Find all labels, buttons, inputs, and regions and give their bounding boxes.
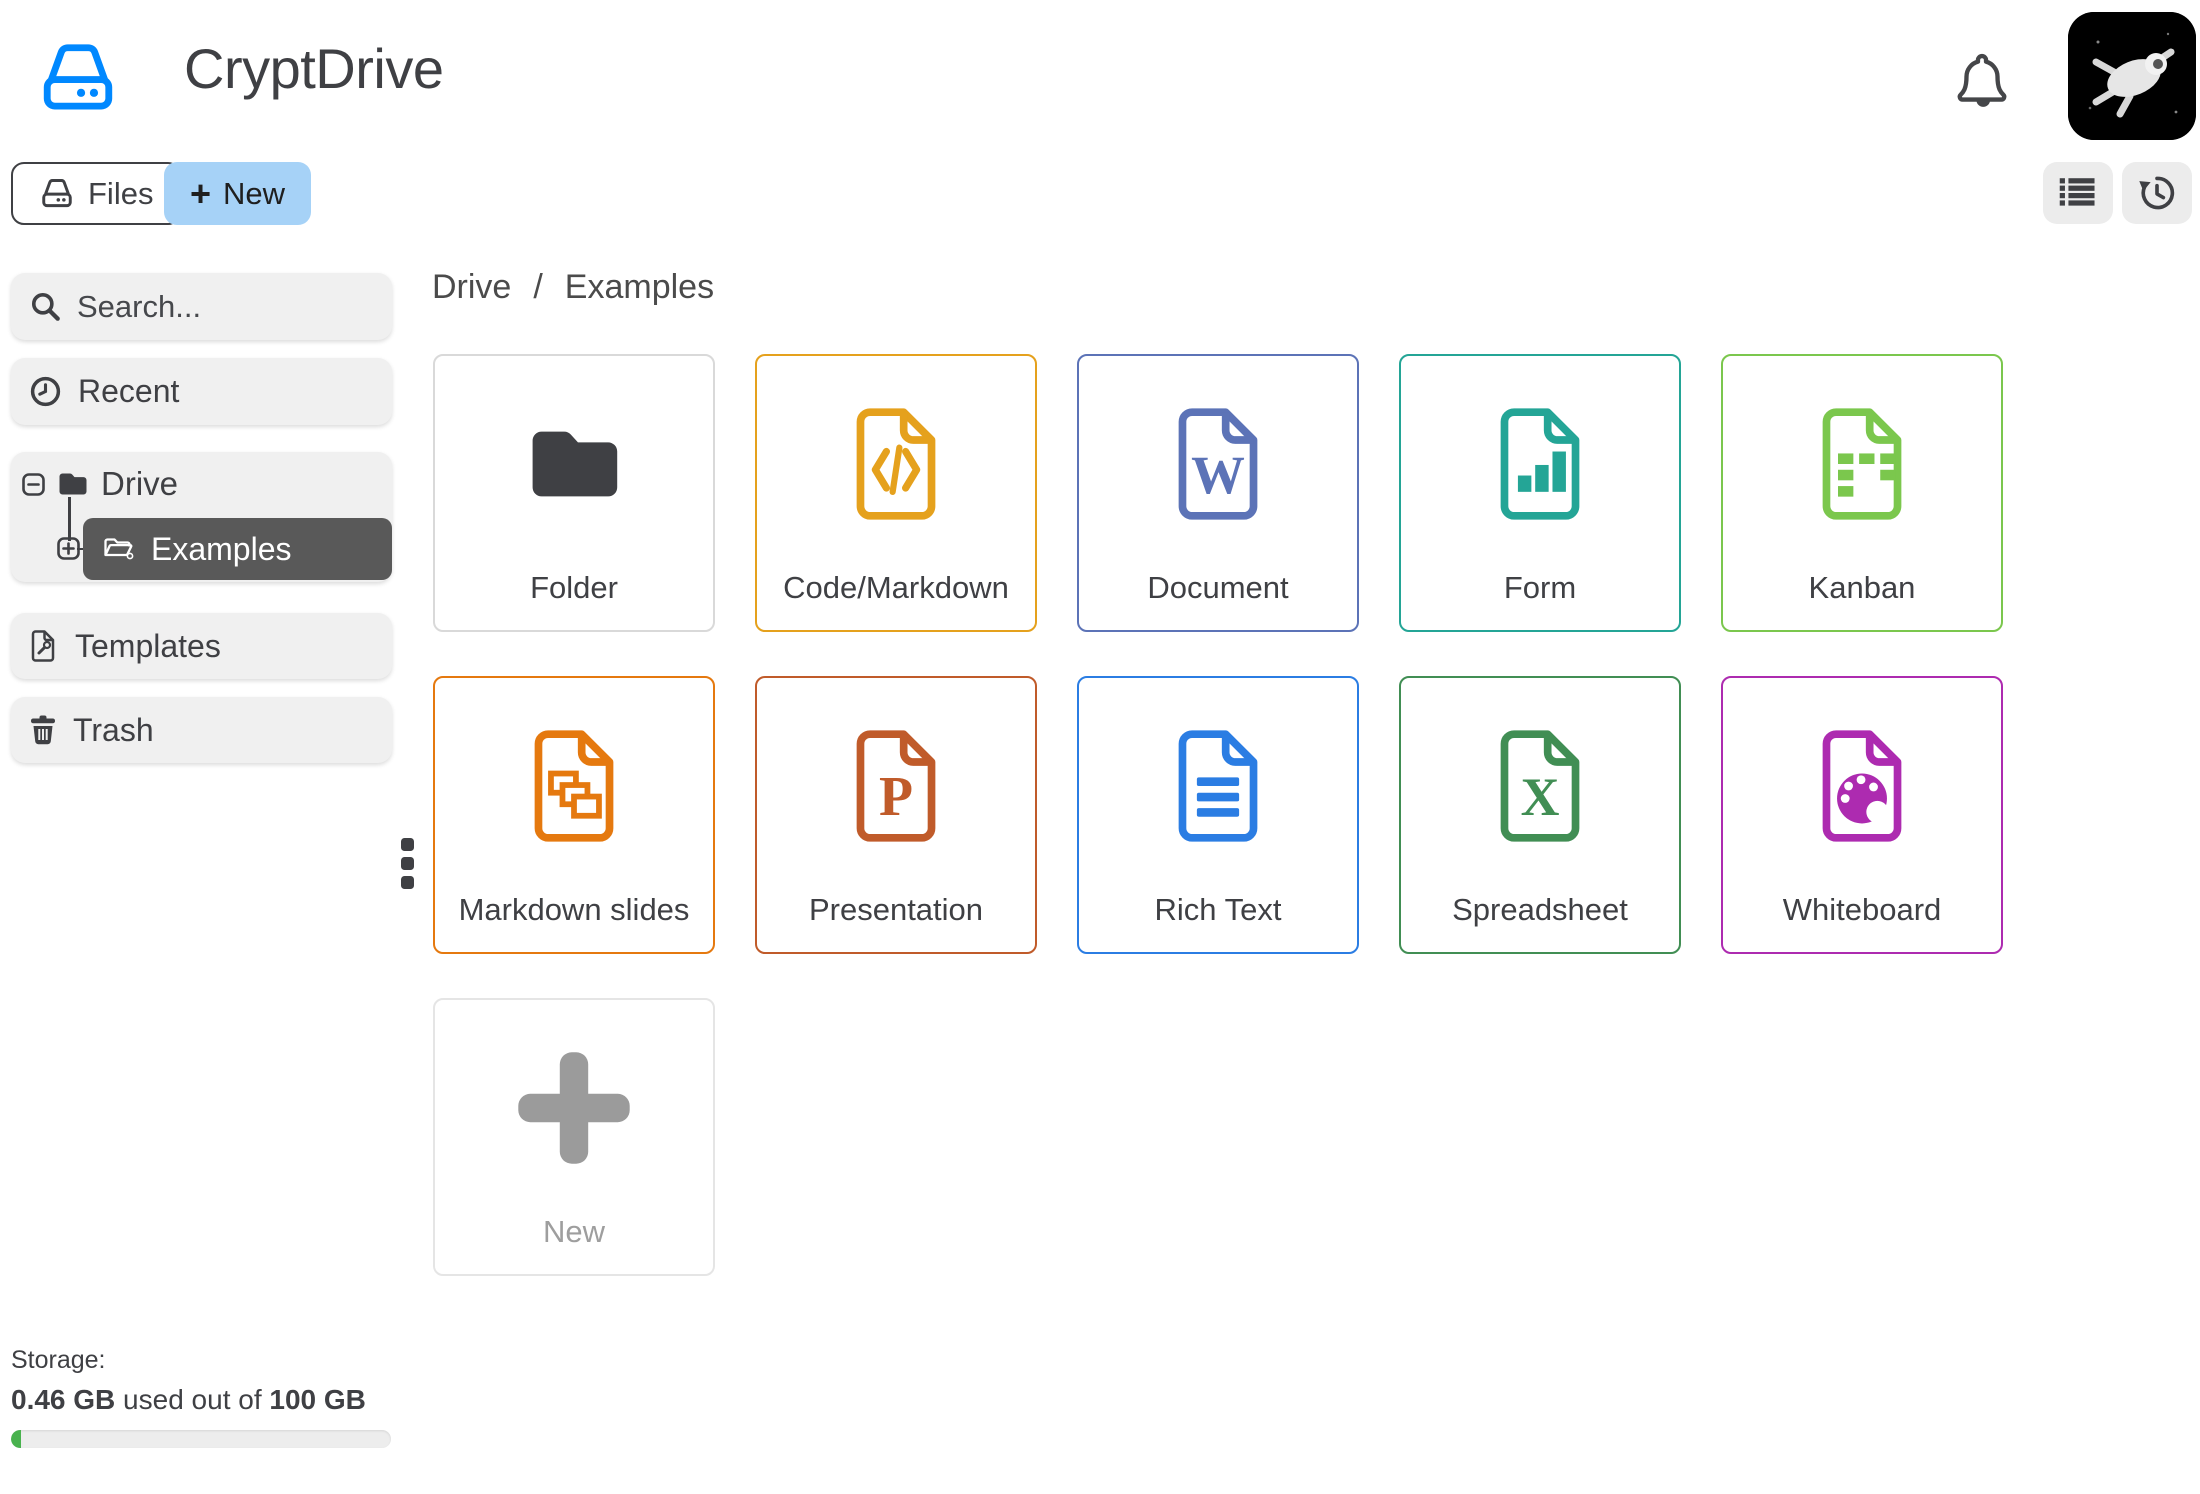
sidebar-item-trash[interactable]: Trash — [11, 697, 392, 763]
clock-icon — [30, 376, 61, 407]
card-label: Folder — [530, 570, 618, 605]
files-drive-icon — [42, 179, 72, 208]
search-icon — [31, 292, 60, 321]
list-view-icon — [2059, 178, 2095, 206]
collapse-minus-icon[interactable] — [22, 472, 45, 496]
drive-label: Drive — [101, 465, 179, 502]
card-folder[interactable]: Folder — [433, 354, 715, 632]
storage-meter: Storage: 0.46 GB used out of 100 GB — [11, 1346, 401, 1448]
card-label: Presentation — [808, 892, 984, 927]
kanban-icon — [1814, 398, 1910, 530]
files-button-label: Files — [88, 175, 154, 211]
card-form[interactable]: Form — [1399, 354, 1681, 632]
tree-connector-vertical — [68, 497, 71, 541]
trash-label: Trash — [73, 711, 154, 748]
breadcrumb-drive[interactable]: Drive — [432, 268, 511, 307]
storage-progress-bar — [11, 1430, 391, 1448]
card-label: Whiteboard — [1782, 892, 1942, 927]
pres-p-icon: P — [848, 720, 944, 852]
search-box[interactable] — [11, 273, 392, 340]
storage-progress-fill — [11, 1430, 21, 1448]
new-button-label: New — [223, 175, 286, 211]
card-label: Rich Text — [1154, 892, 1282, 927]
search-input[interactable] — [77, 288, 377, 325]
form-icon — [1492, 398, 1588, 530]
card-richtext[interactable]: Rich Text — [1077, 676, 1359, 954]
richtext-icon — [1170, 720, 1266, 852]
trash-icon — [31, 715, 55, 745]
svg-text:W: W — [1191, 445, 1245, 505]
card-spreadsheet[interactable]: X Spreadsheet — [1399, 676, 1681, 954]
sidebar-item-templates[interactable]: Templates — [11, 613, 392, 679]
card-label: Document — [1147, 570, 1289, 605]
card-label: Form — [1503, 570, 1577, 605]
drag-dot — [401, 838, 414, 851]
card-document[interactable]: W Document — [1077, 354, 1359, 632]
history-button[interactable] — [2122, 162, 2192, 224]
plus-icon — [503, 1042, 645, 1174]
sheet-x-icon: X — [1492, 720, 1588, 852]
card-label: Code/Markdown — [783, 570, 1009, 605]
examples-label: Examples — [151, 530, 292, 567]
astronaut-avatar-image — [2068, 12, 2196, 140]
expand-plus-icon[interactable] — [57, 537, 80, 560]
svg-text:P: P — [879, 766, 913, 828]
palette-icon — [1814, 720, 1910, 852]
avatar[interactable] — [2068, 12, 2196, 140]
history-icon — [2139, 176, 2175, 210]
card-label: Spreadsheet — [1452, 892, 1628, 927]
storage-total: 100 GB — [269, 1384, 366, 1415]
code-icon — [848, 398, 944, 530]
open-folder-icon — [104, 538, 134, 560]
drag-dot — [401, 857, 414, 870]
storage-infix: used out of — [115, 1384, 270, 1415]
storage-usage-text: 0.46 GB used out of 100 GB — [11, 1384, 401, 1416]
drive-tree: Drive Examples — [11, 452, 392, 582]
files-button[interactable]: Files — [11, 162, 182, 225]
bell-icon — [1957, 53, 2007, 107]
card-whiteboard[interactable]: Whiteboard — [1721, 676, 2003, 954]
svg-text:X: X — [1521, 767, 1560, 827]
slides-icon — [526, 720, 622, 852]
app-title: CryptDrive — [184, 37, 444, 100]
card-slides[interactable]: Markdown slides — [433, 676, 715, 954]
breadcrumb: Drive / Examples — [432, 268, 714, 307]
sidebar-item-examples-selected[interactable]: Examples — [83, 518, 392, 580]
storage-used: 0.46 GB — [11, 1384, 116, 1415]
plus-icon: + — [190, 172, 212, 214]
breadcrumb-separator: / — [533, 268, 543, 306]
list-view-button[interactable] — [2043, 162, 2113, 224]
card-label: New — [542, 1214, 605, 1249]
sidebar-item-drive[interactable]: Drive — [11, 464, 178, 504]
storage-title: Storage: — [11, 1346, 106, 1374]
recent-label: Recent — [78, 373, 180, 409]
card-label: Markdown slides — [458, 892, 690, 927]
drag-dot — [401, 876, 414, 889]
card-code[interactable]: Code/Markdown — [755, 354, 1037, 632]
templates-label: Templates — [75, 627, 221, 664]
folder-icon — [59, 473, 87, 495]
card-kanban[interactable]: Kanban — [1721, 354, 2003, 632]
card-new[interactable]: New — [433, 998, 715, 1276]
sidebar-resize-handle[interactable] — [401, 838, 415, 895]
template-file-icon — [31, 630, 55, 662]
breadcrumb-examples[interactable]: Examples — [565, 268, 714, 307]
sidebar-item-recent[interactable]: Recent — [11, 358, 392, 425]
cryptdrive-logo[interactable] — [36, 40, 120, 112]
drive-icon — [43, 44, 113, 110]
folder-icon — [520, 398, 628, 530]
new-button[interactable]: + New — [164, 162, 312, 225]
file-type-grid: Folder Code/Markdown W Document Form Kanb… — [433, 354, 2003, 1276]
notifications-button[interactable] — [1946, 44, 2018, 114]
card-label: Kanban — [1808, 570, 1916, 605]
doc-w-icon: W — [1170, 398, 1266, 530]
card-presentation[interactable]: P Presentation — [755, 676, 1037, 954]
